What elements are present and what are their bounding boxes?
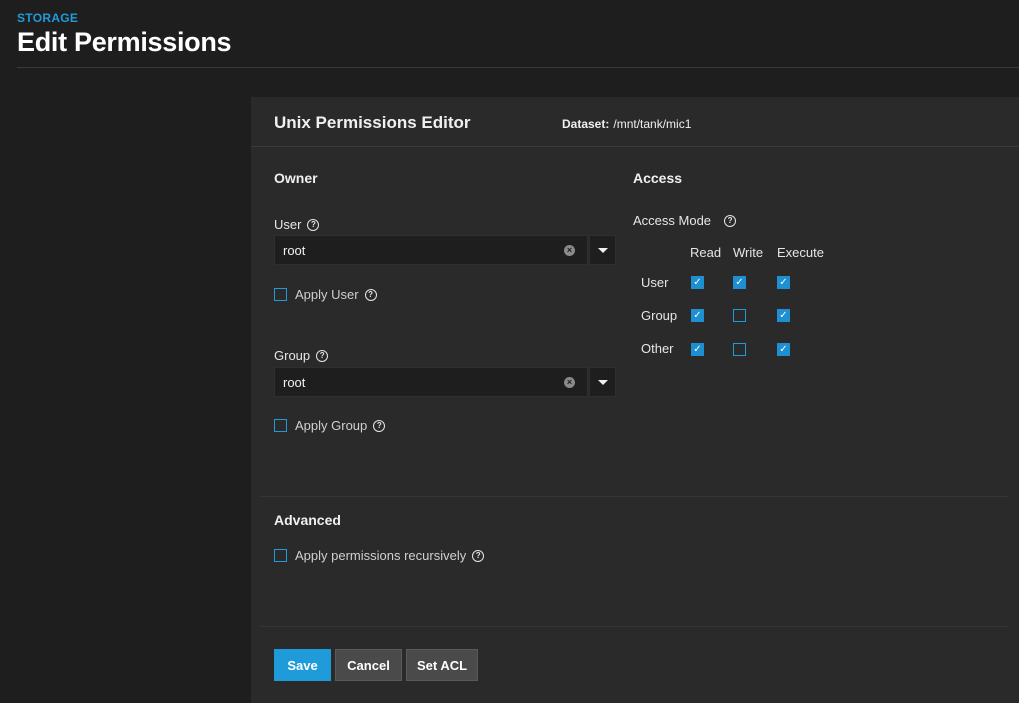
access-section-title: Access <box>633 170 683 186</box>
group-combobox: × <box>274 367 616 397</box>
recursive-option[interactable]: Apply permissions recursively ? <box>274 548 485 563</box>
user-label: User <box>274 217 302 232</box>
group-input[interactable] <box>274 367 588 397</box>
apply-group-checkbox[interactable] <box>274 419 287 432</box>
column-header-execute: Execute <box>777 245 824 260</box>
group-field-label: Group ? <box>274 348 329 363</box>
check-icon: ✓ <box>693 343 702 355</box>
apply-user-option[interactable]: Apply User ? <box>274 287 377 302</box>
breadcrumb[interactable]: STORAGE <box>17 11 78 25</box>
dataset-label: Dataset: <box>562 117 610 131</box>
group-write-checkbox[interactable] <box>733 309 746 322</box>
help-circle-icon[interactable]: ? <box>373 419 386 432</box>
check-icon: ✓ <box>779 343 788 355</box>
user-input[interactable] <box>274 235 588 265</box>
group-execute-checkbox[interactable]: ✓ <box>777 309 790 322</box>
clear-icon[interactable]: × <box>564 377 575 388</box>
user-read-checkbox[interactable]: ✓ <box>691 276 704 289</box>
section-divider <box>261 496 1009 497</box>
recursive-label: Apply permissions recursively <box>295 548 467 563</box>
recursive-checkbox[interactable] <box>274 549 287 562</box>
user-combobox: × <box>274 235 616 265</box>
chevron-down-icon <box>597 247 608 253</box>
help-circle-icon[interactable]: ? <box>307 218 320 231</box>
dataset-value: /mnt/tank/mic1 <box>613 117 692 131</box>
editor-title: Unix Permissions Editor <box>274 113 471 132</box>
help-circle-icon[interactable]: ? <box>724 214 737 227</box>
apply-user-checkbox[interactable] <box>274 288 287 301</box>
user-execute-checkbox[interactable]: ✓ <box>777 276 790 289</box>
access-mode-label: Access Mode ? <box>633 213 737 228</box>
apply-group-label: Apply Group <box>295 418 368 433</box>
other-read-checkbox[interactable]: ✓ <box>691 343 704 356</box>
group-read-checkbox[interactable]: ✓ <box>691 309 704 322</box>
card-header: Unix Permissions Editor Dataset:/mnt/tan… <box>251 97 1019 147</box>
cancel-button[interactable]: Cancel <box>335 649 402 681</box>
row-label-user: User <box>641 275 669 290</box>
chevron-down-icon <box>597 379 608 385</box>
group-label: Group <box>274 348 311 363</box>
help-circle-icon[interactable]: ? <box>472 549 485 562</box>
advanced-section-title: Advanced <box>274 512 341 528</box>
row-label-other: Other <box>641 341 674 356</box>
header-divider <box>17 67 1019 68</box>
other-write-checkbox[interactable] <box>733 343 746 356</box>
user-field-label: User ? <box>274 217 320 232</box>
access-mode-text: Access Mode <box>633 213 712 228</box>
user-dropdown-button[interactable] <box>589 235 616 265</box>
check-icon: ✓ <box>735 276 744 288</box>
help-circle-icon[interactable]: ? <box>364 288 377 301</box>
page-header: STORAGE Edit Permissions <box>0 0 1019 68</box>
permissions-card: Unix Permissions Editor Dataset:/mnt/tan… <box>251 97 1019 703</box>
owner-section-title: Owner <box>274 170 318 186</box>
apply-user-label: Apply User <box>295 287 359 302</box>
check-icon: ✓ <box>693 309 702 321</box>
other-execute-checkbox[interactable]: ✓ <box>777 343 790 356</box>
row-label-group: Group <box>641 308 678 323</box>
apply-group-option[interactable]: Apply Group ? <box>274 418 386 433</box>
check-icon: ✓ <box>779 276 788 288</box>
set-acl-button[interactable]: Set ACL <box>406 649 478 681</box>
column-header-read: Read <box>690 245 722 260</box>
check-icon: ✓ <box>779 309 788 321</box>
actions-divider <box>261 626 1009 627</box>
help-circle-icon[interactable]: ? <box>316 349 329 362</box>
user-write-checkbox[interactable]: ✓ <box>733 276 746 289</box>
save-button[interactable]: Save <box>274 649 331 681</box>
clear-icon[interactable]: × <box>564 245 575 256</box>
check-icon: ✓ <box>693 276 702 288</box>
page-title: Edit Permissions <box>17 27 232 57</box>
column-header-write: Write <box>733 245 764 260</box>
group-dropdown-button[interactable] <box>589 367 616 397</box>
dataset-info: Dataset:/mnt/tank/mic1 <box>562 117 691 131</box>
